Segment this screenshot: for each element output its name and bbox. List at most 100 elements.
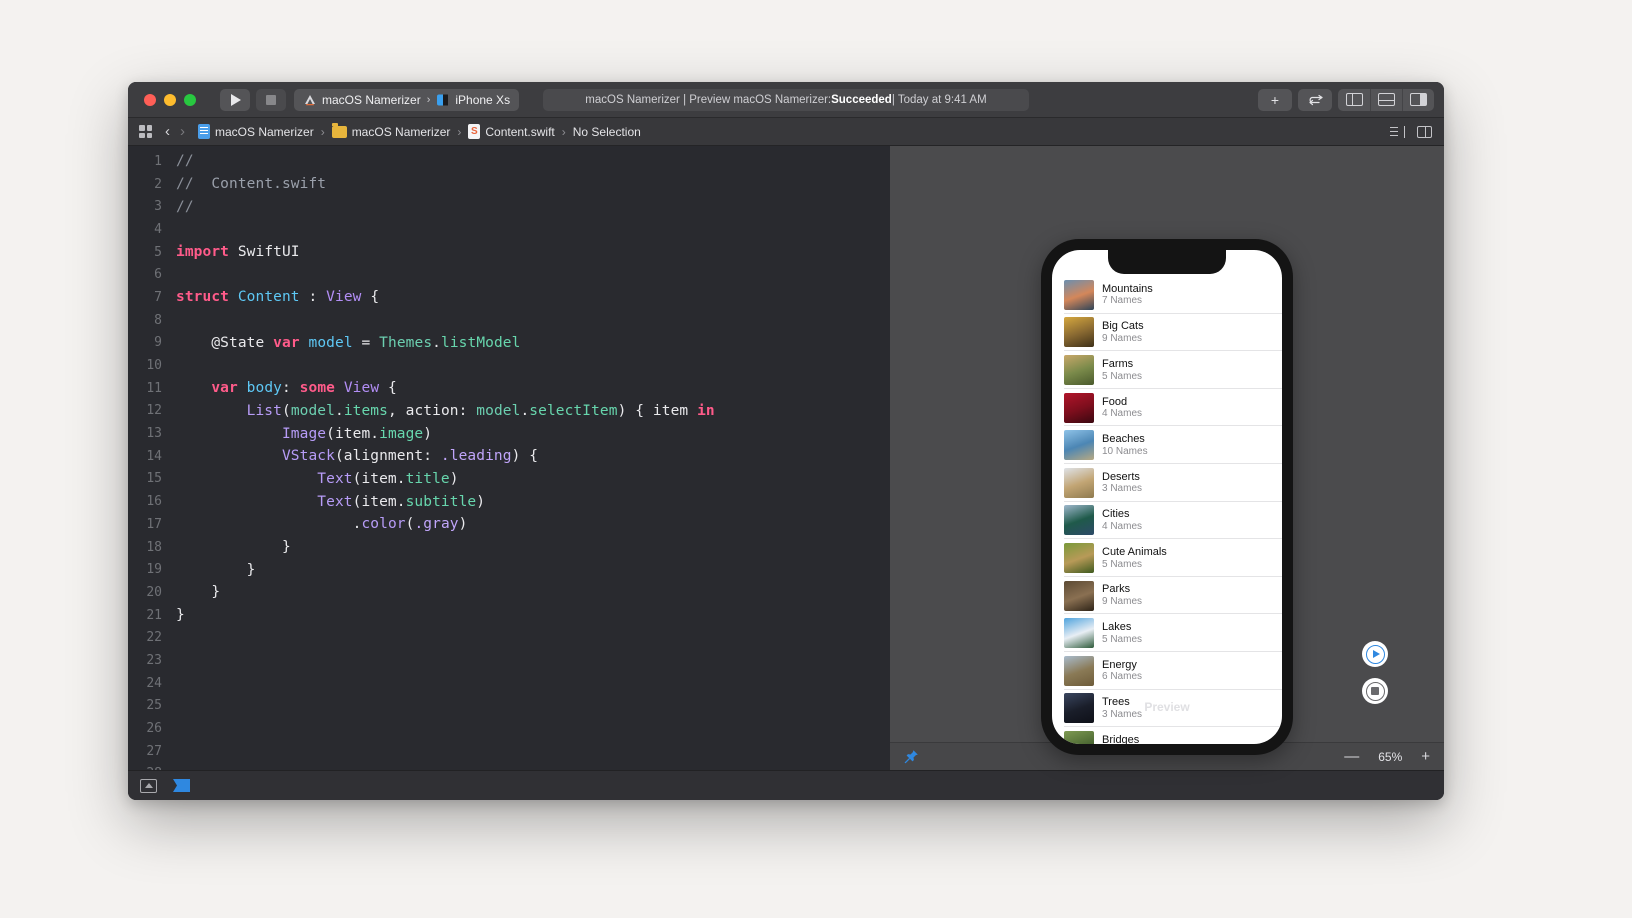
preview-controls [1362,641,1388,704]
minimap-toggle-icon[interactable] [1390,126,1405,138]
line-number: 2 [128,177,176,192]
list-item-subtitle: 3 Names [1102,483,1142,495]
code-text[interactable]: struct Content : View { [176,289,379,305]
line-number: 15 [128,471,176,486]
code-text[interactable]: Text(item.subtitle) [176,494,485,510]
zoom-in-button[interactable]: + [1421,749,1430,764]
bottom-panel-icon [1378,93,1395,106]
line-number: 23 [128,653,176,668]
list-item[interactable]: Mountains7 Names [1052,276,1282,314]
line-number: 10 [128,358,176,373]
breadcrumb-item-group[interactable]: macOS Namerizer [332,125,451,139]
code-text[interactable]: } [176,584,220,600]
code-text[interactable]: List(model.items, action: model.selectIt… [176,403,715,419]
inspector-toggle-button[interactable] [1402,89,1434,111]
live-preview-play-button[interactable] [1362,641,1388,667]
line-number: 16 [128,494,176,509]
code-text[interactable]: VStack(alignment: .leading) { [176,448,538,464]
titlebar: macOS Namerizer › iPhone Xs macOS Nameri… [128,82,1444,118]
navigator-toggle-button[interactable] [1338,89,1370,111]
code-text[interactable]: var body: some View { [176,380,397,396]
back-button[interactable]: ‹ [160,123,175,140]
breadcrumb-item-file[interactable]: Content.swift [468,124,554,139]
list-item-text: Beaches10 Names [1102,433,1148,457]
scheme-selector[interactable]: macOS Namerizer › iPhone Xs [294,89,519,111]
show-debug-area-icon[interactable] [140,779,157,793]
list-item-text: Cute Animals5 Names [1102,546,1167,570]
list-item[interactable]: Beaches10 Names [1052,426,1282,464]
folder-icon [332,126,347,138]
project-icon [198,124,210,139]
code-text[interactable]: // [176,199,194,215]
line-number: 27 [128,744,176,759]
code-line: 24 [128,672,890,695]
list-item[interactable]: Bridges13 Names [1052,727,1282,744]
device-notch [1108,250,1226,274]
plus-icon: + [1271,92,1279,108]
right-panel-icon [1410,93,1427,106]
play-circle-icon [1366,645,1385,664]
list-item[interactable]: Parks9 Names [1052,577,1282,615]
code-text[interactable]: Text(item.title) [176,471,459,487]
theme-list[interactable]: Mountains7 NamesBig Cats9 NamesFarms5 Na… [1052,250,1282,744]
list-item-text: Cities4 Names [1102,508,1142,532]
list-item-text: Lakes5 Names [1102,621,1142,645]
scheme-project-label: macOS Namerizer [322,93,421,107]
code-text[interactable]: // Content.swift [176,176,326,192]
thumbnail-image [1064,393,1094,423]
swap-editor-button[interactable] [1298,89,1332,111]
list-item[interactable]: Food4 Names [1052,389,1282,427]
code-line: 23 [128,649,890,672]
run-button[interactable] [220,89,250,111]
list-item[interactable]: Energy6 Names [1052,652,1282,690]
minimize-button[interactable] [164,94,176,106]
list-item[interactable]: Big Cats9 Names [1052,314,1282,352]
stop-icon [266,95,276,105]
code-text[interactable]: } [176,562,255,578]
zoom-out-button[interactable]: — [1344,749,1359,764]
list-item-subtitle: 5 Names [1102,559,1167,571]
code-text[interactable]: } [176,607,185,623]
list-item[interactable]: Farms5 Names [1052,351,1282,389]
stop-button[interactable] [256,89,286,111]
add-editor-button[interactable]: + [1258,89,1292,111]
code-text[interactable]: @State var model = Themes.listModel [176,335,520,351]
breadcrumb-item-project[interactable]: macOS Namerizer [198,124,314,139]
close-button[interactable] [144,94,156,106]
code-text[interactable]: .color(.gray) [176,516,467,532]
code-line: 19 } [128,558,890,581]
assistant-editor-icon[interactable] [1417,126,1432,138]
list-item[interactable]: Deserts3 Names [1052,464,1282,502]
pin-icon[interactable] [904,749,919,764]
device-screen[interactable]: Mountains7 NamesBig Cats9 NamesFarms5 Na… [1052,250,1282,744]
code-text[interactable]: // [176,153,194,169]
zoom-button[interactable] [184,94,196,106]
code-line: 18 } [128,536,890,559]
left-panel-icon [1346,93,1363,106]
list-item[interactable]: Cute Animals5 Names [1052,539,1282,577]
list-item-subtitle: 9 Names [1102,333,1144,345]
list-item[interactable]: Lakes5 Names [1052,614,1282,652]
list-item[interactable]: Cities4 Names [1052,502,1282,540]
thumbnail-image [1064,468,1094,498]
code-text[interactable]: } [176,539,291,555]
source-editor[interactable]: 1//2// Content.swift3//45import SwiftUI6… [128,146,890,770]
code-line: 21} [128,604,890,627]
thumbnail-image [1064,317,1094,347]
device-preview[interactable]: Mountains7 NamesBig Cats9 NamesFarms5 Na… [1041,239,1293,755]
breadcrumb-label-2: Content.swift [485,125,554,139]
code-line: 8 [128,309,890,332]
code-text[interactable]: Image(item.image) [176,426,432,442]
breakpoint-flag-icon[interactable] [173,779,190,792]
activity-status-field[interactable]: macOS Namerizer | Preview macOS Namerize… [543,89,1029,111]
list-item-title: Energy [1102,659,1142,672]
related-items-icon[interactable] [139,125,152,138]
line-number: 24 [128,676,176,691]
forward-button[interactable]: › [175,123,190,140]
canvas-viewport[interactable]: Mountains7 NamesBig Cats9 NamesFarms5 Na… [890,146,1444,742]
line-number: 20 [128,585,176,600]
debug-area-toggle-button[interactable] [1370,89,1402,111]
breadcrumb-item-selection[interactable]: No Selection [573,125,641,139]
code-text[interactable]: import SwiftUI [176,244,300,260]
code-line: 25 [128,695,890,718]
